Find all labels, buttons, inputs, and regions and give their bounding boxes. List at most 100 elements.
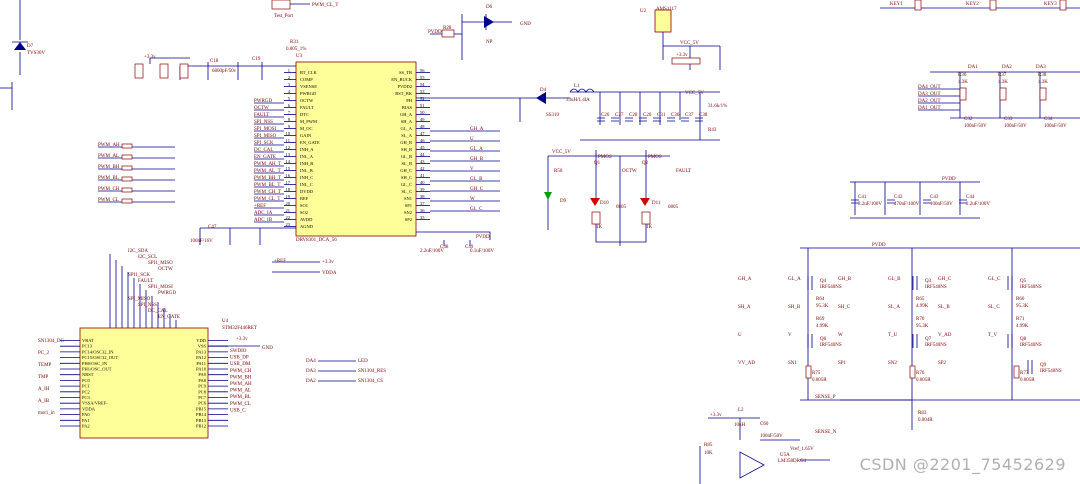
mcu-right-pin: PC7: [198, 395, 207, 400]
mcu-ref: U4: [222, 319, 229, 324]
power-pvdd: PVDD: [872, 243, 886, 248]
d4-diode-icon: [536, 92, 546, 104]
tvs-diode-icon: [14, 42, 26, 50]
octw-net: OCTW: [622, 169, 637, 174]
shunt-ref: R76: [916, 371, 925, 376]
key1-label: KEY1: [890, 2, 903, 7]
tvs-ref: D7: [27, 44, 34, 49]
d11-ref: D11: [652, 201, 661, 206]
mcu-right-pin: PA9: [198, 372, 206, 377]
mcu-top-net: SPI_MISO: [128, 297, 151, 302]
c60-val: 100nF/50V: [760, 434, 783, 439]
mcu-left-pin: PH1/OSC_OUT: [82, 367, 112, 372]
power-net: T_U: [888, 333, 898, 338]
mcu-right-net: USB_DP: [230, 356, 249, 361]
drv-left-pin-num: 15: [286, 166, 291, 171]
mcu-right-pin: PA13: [196, 349, 207, 354]
ps-resistor-val: 95.3K: [816, 304, 829, 309]
ps-resistor-ref: R64: [816, 297, 825, 302]
drv-right-pin: SP2: [405, 217, 412, 222]
da-resistor-ref: R37: [998, 73, 1007, 78]
buck-cap-list: C26 C27 C28 C20 C31 C36 C37 C38: [597, 113, 708, 122]
mcu-right-pin: PA11: [196, 361, 206, 366]
mosfet-val: IRF540NS: [925, 285, 947, 290]
mcu-right-net: USB_C: [230, 408, 246, 413]
drv-left-pin: INL_C: [300, 182, 313, 187]
mcu-right-net: PWM_CH: [230, 369, 252, 374]
drv-right-pin: SN2: [404, 210, 412, 215]
pvdd-label-drv: PVDD: [476, 235, 490, 240]
drv-left-pin: COMP: [300, 77, 313, 82]
u5a-name: LM358DRG4: [778, 459, 807, 464]
r83-val: 0.004R: [918, 418, 933, 423]
mcu-left-net: mot1_in: [38, 411, 55, 416]
drv-right-pin-num: 45: [420, 145, 425, 150]
drv-right-pin: SH_B: [401, 147, 412, 152]
da-cap-val: 100nF/50V: [1044, 124, 1067, 129]
power-net: SL_C: [988, 305, 1000, 310]
drv-left-pin: SO2: [300, 210, 308, 215]
mcu-left-net: TEMP: [38, 363, 52, 368]
drv-right-pin-num: 56: [420, 68, 425, 73]
c19-ref: C19: [252, 57, 261, 62]
mcu-left-pin: VBAT: [82, 338, 94, 343]
drv-right-pin: SN1: [404, 196, 412, 201]
r28-ref: R28: [443, 26, 452, 31]
mosfet-ref: Q4: [820, 279, 827, 284]
mcu-left-pin: PA1: [82, 418, 90, 423]
drv-left-pin: INH_C: [300, 175, 313, 180]
mcu-right-pin: PB15: [196, 406, 207, 411]
drv-right-pin-num: 40: [420, 180, 425, 185]
l2-val: 10uH: [734, 423, 746, 428]
mcu-top-net: I2C_SDA: [128, 249, 148, 254]
drv-left-pin-num: 20: [286, 201, 291, 206]
buck-cap-ref: C20: [643, 113, 652, 118]
stm32-chip: [79, 327, 209, 439]
ps-resistor-val: 95.3K: [1016, 304, 1029, 309]
mcu-top-net: EN_GATE: [158, 315, 180, 320]
mcu-right-pin: PB12: [196, 424, 206, 429]
power-net: SP1: [838, 361, 847, 366]
drv-right-pin-num: 48: [420, 124, 425, 129]
drv-left-pin: AVDD: [300, 217, 313, 222]
mcu-right-pin: PA8: [198, 378, 206, 383]
c48-val: 2.2uF/100V: [420, 249, 444, 254]
led-red1-icon: [590, 198, 600, 206]
fault-net: FAULT: [676, 169, 691, 174]
vcc5-buck: VCC_5V: [685, 91, 704, 96]
pwm-resistor: [121, 143, 133, 149]
c18-ref: C18: [210, 59, 219, 64]
power-net: SH_B: [788, 305, 801, 310]
da-resistor-ref: R38: [1038, 73, 1047, 78]
mosfet-val: IRF540NS: [1020, 285, 1042, 290]
u5a-ref: U5A: [780, 453, 790, 458]
mcu-right-pin: PB13: [196, 418, 207, 423]
r31-val: 0.005_1%: [286, 47, 306, 52]
drv-pwm-inputs: PWM_AHPWM_ALPWM_BHPWM_BLPWM_CHPWM_CL: [98, 143, 175, 204]
q2-val: PMOS: [648, 155, 662, 160]
mcu-right-pin: PC9: [198, 384, 207, 389]
da-cap-val: 100nF/50V: [1004, 124, 1027, 129]
mcu-top-net: FAULT: [138, 279, 153, 284]
d6-val: NP: [486, 40, 493, 45]
drv-right-pin: SH_C: [401, 175, 412, 180]
power-net: GL_A: [788, 277, 801, 282]
r85-val: 10K: [704, 451, 713, 456]
mcu-top-net: OCTW: [158, 267, 173, 272]
pvdd-cap-val: 470nF/100V: [894, 202, 920, 207]
shunt-val: 0.005R: [1020, 378, 1035, 383]
mosfet-ref: Q3: [925, 279, 932, 284]
mcu-left-pin: PA0: [82, 412, 90, 417]
pwm-cl-t-label: PWM_CL_T: [312, 3, 338, 8]
da-label: DA1: [968, 65, 978, 70]
da-resistor-ref: R36: [958, 73, 967, 78]
mcu-left-net: A_IB: [38, 399, 50, 404]
d10-ref: D10: [600, 201, 609, 206]
r28-resistor: [441, 29, 455, 38]
mcu-led-ref: DA4: [306, 359, 316, 364]
mcu-vdd: +3.3v: [236, 337, 248, 342]
drv-right-pin-num: 52: [420, 96, 425, 101]
drv-right-pin-num: 53: [420, 89, 425, 94]
drv-left-pin-num: 21: [286, 208, 291, 213]
gnd-label-top: GND: [520, 22, 531, 27]
